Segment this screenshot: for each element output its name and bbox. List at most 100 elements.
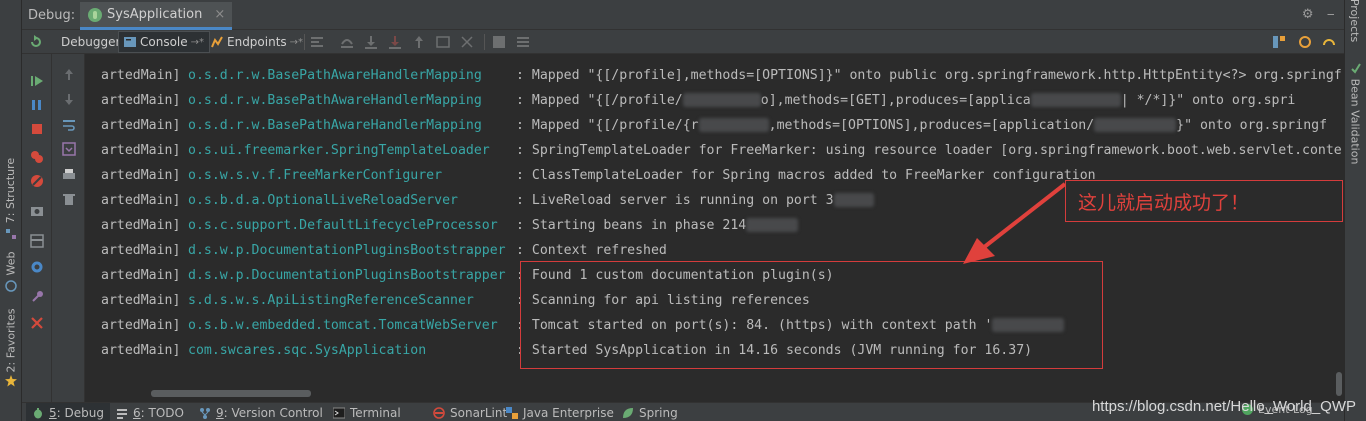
tab-sonarlint-label: SonarLint xyxy=(450,406,507,420)
log-thread: artedMain] xyxy=(101,163,180,188)
pause-icon[interactable] xyxy=(30,98,44,112)
resume-icon[interactable] xyxy=(30,74,44,88)
log-logger: o.s.d.r.w.BasePathAwareHandlerMapping xyxy=(188,113,482,138)
tab-todo-label: : TODO xyxy=(141,406,184,420)
log-message-text: o xyxy=(761,93,769,108)
trash-icon[interactable] xyxy=(62,192,76,206)
force-step-into-icon[interactable] xyxy=(388,35,402,49)
web-tab[interactable]: Web xyxy=(1,248,21,278)
drop-frame-icon[interactable] xyxy=(436,35,450,49)
bean-validation-icon xyxy=(1350,62,1362,74)
log-thread: artedMain] xyxy=(101,288,180,313)
session-tab-sysapplication[interactable]: SysApplication × xyxy=(80,2,232,30)
tab-endpoints[interactable]: Endpoints →* xyxy=(206,31,308,53)
annotation-callout: 这儿就启动成功了！ xyxy=(1065,180,1343,222)
log-message-text: }" onto org.springf xyxy=(1176,118,1327,133)
camera-icon[interactable] xyxy=(30,204,44,218)
gear-icon[interactable]: ⚙ xyxy=(1302,7,1314,22)
pin-icon[interactable]: →* xyxy=(191,37,204,48)
web-icon xyxy=(5,280,17,292)
minimize-icon[interactable]: ⎯ xyxy=(1328,7,1335,22)
log-message-text: : Starting beans in phase 214 xyxy=(516,218,746,233)
tab-endpoints-label: Endpoints xyxy=(227,35,287,49)
tab-terminal-label: Terminal xyxy=(350,406,401,420)
step-over-icon[interactable] xyxy=(340,35,354,49)
console-output[interactable]: artedMain] o.s.d.r.w.BasePathAwareHandler… xyxy=(85,54,1344,402)
soft-wrap-icon[interactable] xyxy=(62,118,76,132)
pin-icon[interactable]: →* xyxy=(290,37,303,48)
projects-tab[interactable]: Projects xyxy=(1345,0,1365,40)
memory-view-icon[interactable] xyxy=(1322,35,1336,49)
todo-icon xyxy=(116,407,128,419)
tab-version-control[interactable]: 9: Version Control xyxy=(199,403,323,421)
log-thread: artedMain] xyxy=(101,238,180,263)
tab-todo-mnemonic: 6 xyxy=(133,406,141,420)
log-thread: artedMain] xyxy=(101,138,180,163)
rerun-icon[interactable] xyxy=(29,35,43,49)
bean-validation-tab[interactable]: Bean Validation xyxy=(1345,76,1365,166)
toolbar-separator xyxy=(484,34,485,50)
up-arrow-icon[interactable] xyxy=(62,68,76,82)
show-execution-point-icon[interactable] xyxy=(310,35,324,49)
sonarlint-icon xyxy=(433,407,445,419)
down-arrow-icon[interactable] xyxy=(62,92,76,106)
highlight-box xyxy=(520,261,1103,369)
tab-sonarlint[interactable]: SonarLint xyxy=(433,403,507,421)
layout-icon[interactable] xyxy=(30,234,44,248)
log-thread: artedMain] xyxy=(101,263,180,288)
mute-breakpoints-icon[interactable] xyxy=(30,174,44,188)
log-thread: artedMain] xyxy=(101,213,180,238)
step-into-icon[interactable] xyxy=(364,35,378,49)
structure-icon xyxy=(5,228,17,240)
gear-icon[interactable] xyxy=(30,260,44,274)
tab-todo[interactable]: 6: TODO xyxy=(116,403,184,421)
close-icon[interactable]: × xyxy=(214,7,225,22)
structure-tab[interactable]: 7: Structure xyxy=(1,150,21,230)
annotation-text: 这儿就启动成功了！ xyxy=(1078,188,1249,215)
close-icon[interactable] xyxy=(30,316,44,330)
step-out-icon[interactable] xyxy=(412,35,426,49)
favorites-tab[interactable]: 2: Favorites xyxy=(1,310,21,370)
spring-leaf-icon xyxy=(622,407,634,419)
view-breakpoints-icon[interactable] xyxy=(30,150,44,164)
log-message-text: : Mapped "{[/profile/{r xyxy=(516,118,699,133)
bean-validation-tab-label: Bean Validation xyxy=(1349,78,1362,164)
log-message: : Mapped "{[/profile/o],methods=[GET],pr… xyxy=(516,88,1295,113)
projects-tab-label: Projects xyxy=(1349,0,1362,42)
scroll-to-end-icon[interactable] xyxy=(62,142,76,156)
print-icon[interactable] xyxy=(62,168,76,182)
pin-tab-icon[interactable] xyxy=(30,290,44,304)
tab-terminal[interactable]: Terminal xyxy=(333,403,401,421)
tab-debug[interactable]: 5: Debug xyxy=(26,403,110,421)
horizontal-scrollbar[interactable] xyxy=(151,390,311,397)
title-bar-actions: ⚙ ⎯ xyxy=(1302,7,1334,22)
stop-icon[interactable] xyxy=(30,122,44,136)
log-logger: d.s.w.p.DocumentationPluginsBootstrapper xyxy=(188,263,506,288)
vertical-scrollbar[interactable] xyxy=(1336,372,1342,396)
console-icon xyxy=(124,36,136,48)
java-enterprise-icon xyxy=(506,407,518,419)
settings-icon[interactable] xyxy=(1298,35,1312,49)
tab-java-enterprise[interactable]: Java Enterprise xyxy=(506,403,614,421)
evaluate-expression-icon[interactable] xyxy=(492,35,506,49)
restore-layout-icon[interactable] xyxy=(1272,35,1286,49)
spring-boot-icon xyxy=(88,8,102,22)
tab-debugger[interactable]: Debugger xyxy=(56,31,125,53)
log-message: : Context refreshed xyxy=(516,238,667,263)
trace-current-stream-icon[interactable] xyxy=(516,35,530,49)
debug-window-label: Debug: xyxy=(28,8,75,23)
log-message-text: : LiveReload server is running on port 3 xyxy=(516,193,834,208)
tab-spring[interactable]: Spring xyxy=(622,403,678,421)
favorites-tab-label: 2: Favorites xyxy=(5,308,18,372)
log-logger: o.s.d.r.w.BasePathAwareHandlerMapping xyxy=(188,63,482,88)
log-message: : SpringTemplateLoader for FreeMarker: u… xyxy=(516,138,1342,163)
tab-java-enterprise-label: Java Enterprise xyxy=(523,406,614,420)
terminal-icon xyxy=(333,407,345,419)
log-message-text: ,methods=[OPTIONS],produces=[application… xyxy=(769,118,1095,133)
log-logger: o.s.d.r.w.BasePathAwareHandlerMapping xyxy=(188,88,482,113)
log-thread: artedMain] xyxy=(101,88,180,113)
log-logger: o.s.ui.freemarker.SpringTemplateLoader xyxy=(188,138,490,163)
tab-console[interactable]: Console →* xyxy=(118,31,210,53)
run-to-cursor-icon[interactable] xyxy=(460,35,474,49)
log-message: : Starting beans in phase 214 xyxy=(516,213,798,238)
